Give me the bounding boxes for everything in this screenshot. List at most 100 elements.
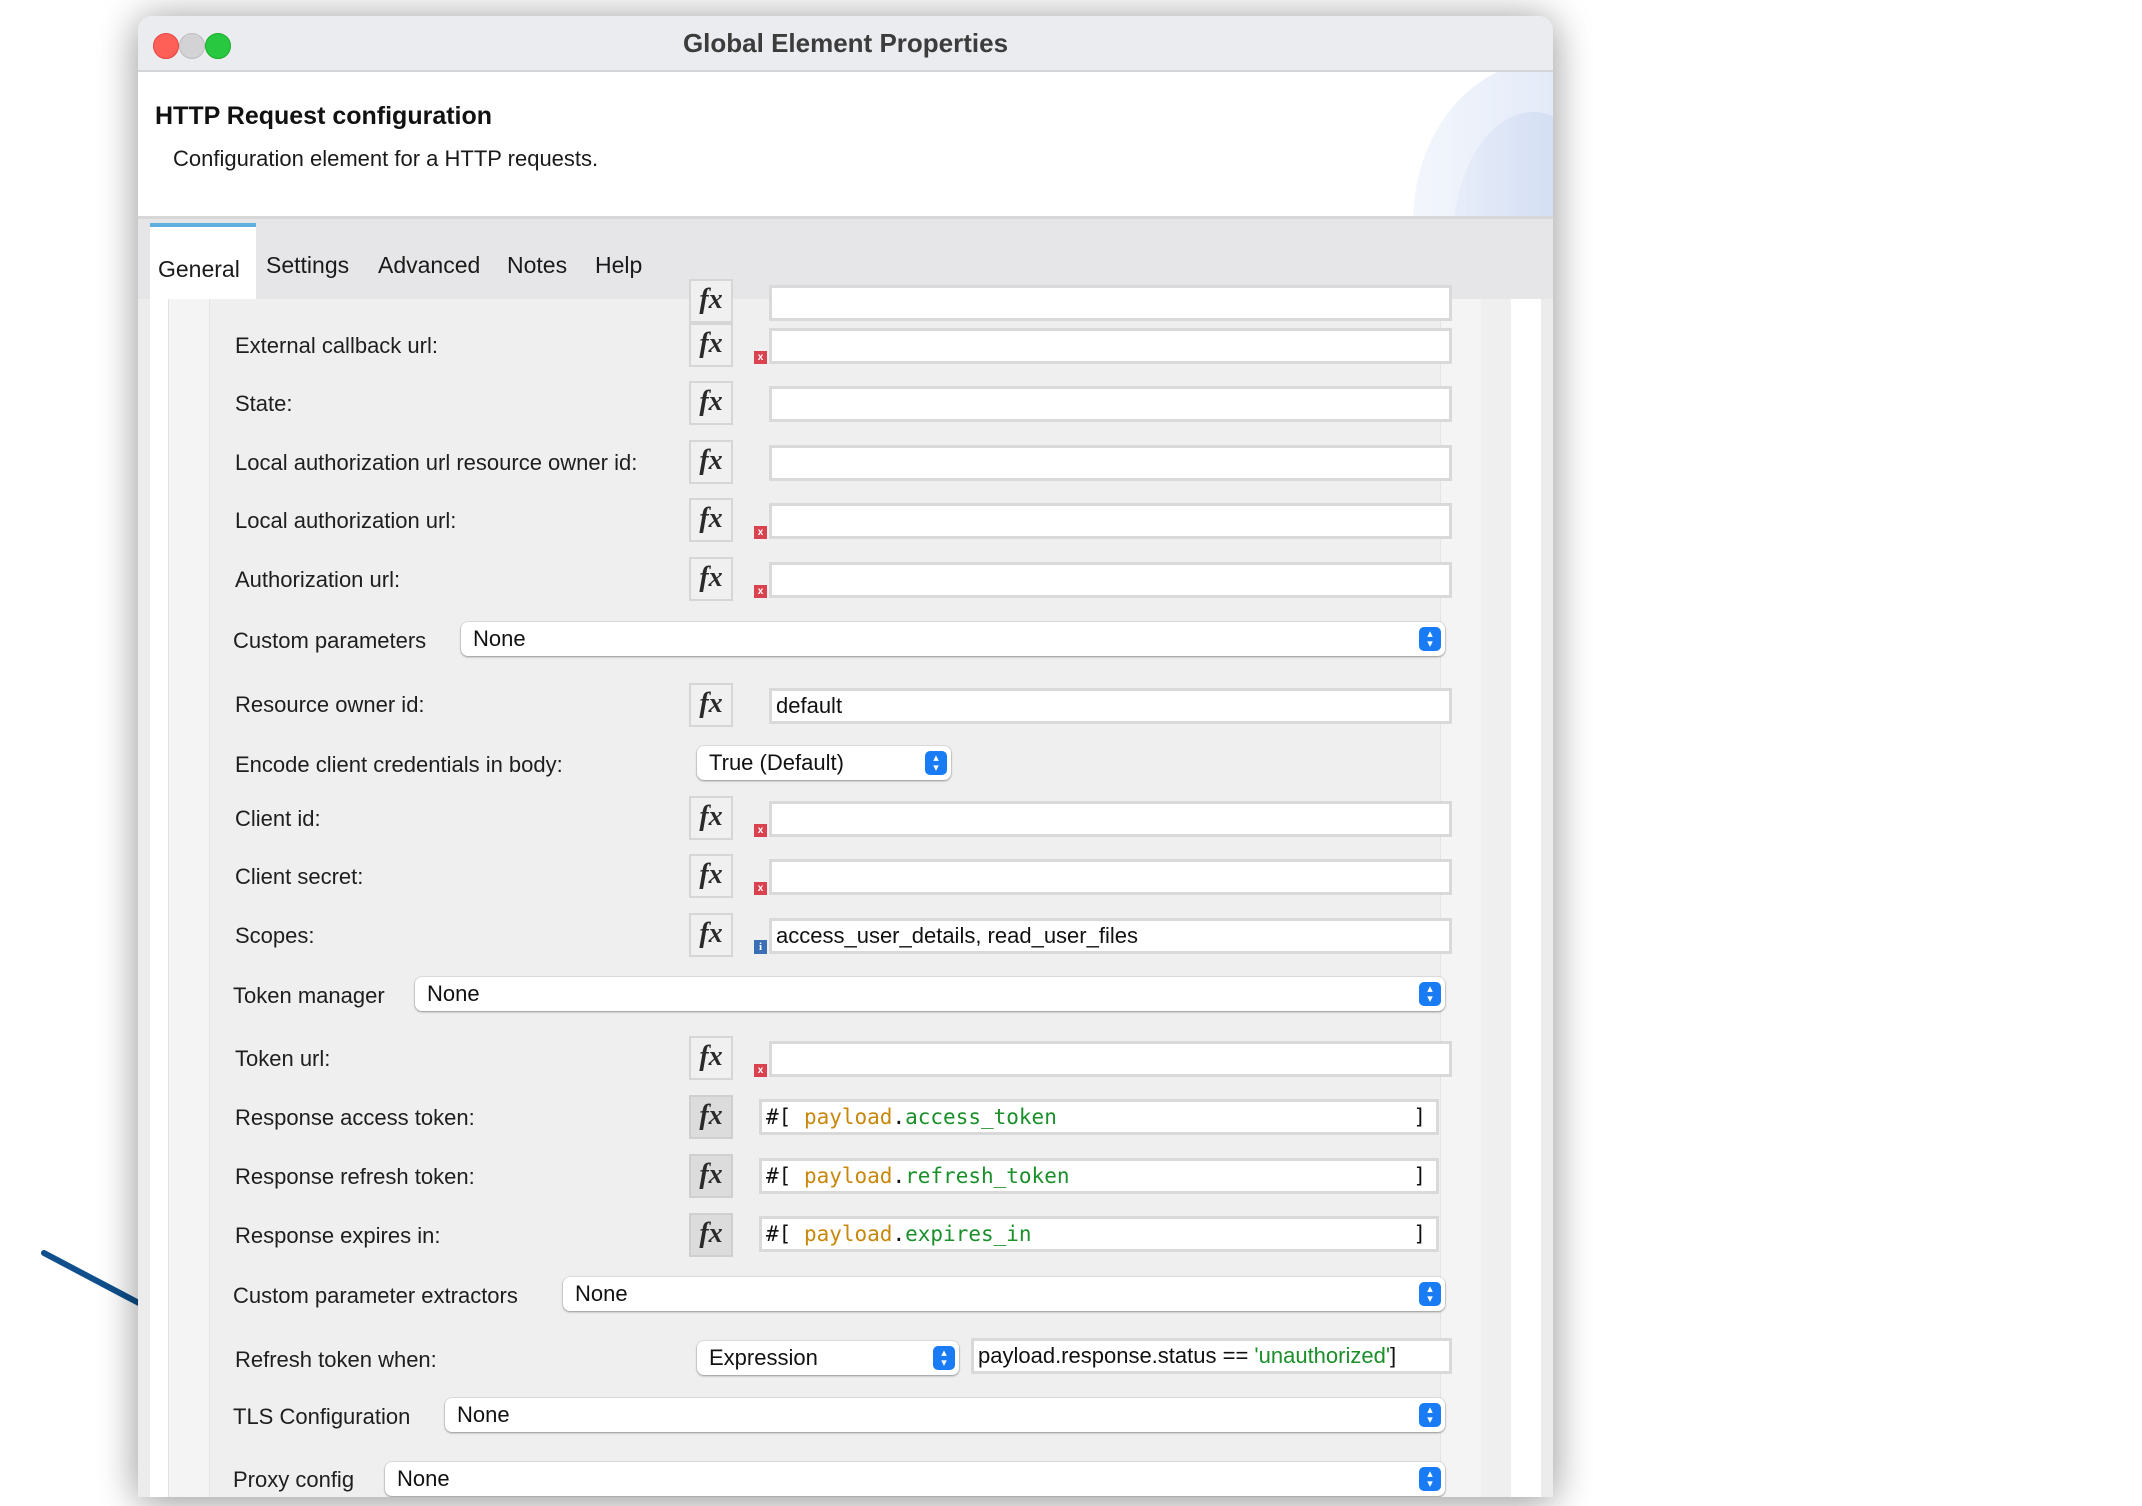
local-auth-url-input[interactable]	[769, 503, 1452, 539]
token-manager-select[interactable]: None ▴ ▾	[415, 977, 1445, 1011]
stepper-icon: ▴ ▾	[1419, 1403, 1441, 1427]
form-scroll-area[interactable]: fx External callback url: fx x State: fx…	[150, 279, 1541, 1497]
fx-icon: fx	[699, 1159, 723, 1190]
external-callback-url-input[interactable]	[769, 328, 1452, 364]
local-auth-url-label: Local authorization url:	[235, 508, 457, 533]
error-icon: x	[754, 526, 767, 539]
header-description: Configuration element for a HTTP request…	[173, 146, 599, 171]
fx-toggle-button[interactable]: fx	[689, 557, 733, 601]
select-value: None	[427, 981, 480, 1006]
expression-prefix: #[	[766, 1222, 792, 1246]
client-secret-input[interactable]	[769, 859, 1452, 895]
authorization-url-input[interactable]	[769, 562, 1452, 598]
state-label: State:	[235, 391, 293, 416]
fx-toggle-button[interactable]: fx	[689, 498, 733, 542]
refresh-token-when-mode-select[interactable]: Expression ▴ ▾	[697, 1341, 959, 1375]
fx-icon: fx	[699, 688, 723, 719]
tab-help[interactable]: Help	[595, 219, 642, 299]
tab-notes[interactable]: Notes	[507, 219, 567, 299]
fx-toggle-button[interactable]: fx	[689, 323, 733, 367]
expression-field: refresh_token	[905, 1164, 1070, 1188]
resource-owner-id-input[interactable]: default	[769, 688, 1452, 724]
fx-icon: fx	[699, 386, 723, 417]
expression-suffix: ]	[1413, 1105, 1426, 1129]
fx-toggle-button[interactable]: fx	[689, 796, 733, 840]
client-secret-label: Client secret:	[235, 864, 364, 889]
token-url-label: Token url:	[235, 1046, 331, 1071]
expression-prefix: #[	[766, 1105, 792, 1129]
resource-owner-id-label: Resource owner id:	[235, 692, 425, 717]
tab-settings[interactable]: Settings	[266, 219, 349, 299]
response-expires-in-label: Response expires in:	[235, 1223, 441, 1248]
fx-toggle-button[interactable]: fx	[689, 381, 733, 425]
custom-parameters-label: Custom parameters	[233, 628, 427, 653]
refresh-token-when-label: Refresh token when:	[235, 1347, 437, 1372]
stepper-icon: ▴ ▾	[1419, 627, 1441, 651]
select-value: None	[473, 626, 526, 651]
select-value: None	[397, 1466, 450, 1491]
error-icon: x	[754, 824, 767, 837]
fx-icon: fx	[699, 1218, 723, 1249]
tab-general[interactable]: General	[150, 223, 256, 299]
fx-toggle-button[interactable]: fx	[689, 683, 733, 727]
select-value: Expression	[709, 1345, 818, 1370]
fx-icon: fx	[699, 1100, 723, 1131]
scopes-label: Scopes:	[235, 923, 315, 948]
refresh-token-when-expression-input[interactable]: payload.response.status == 'unauthorized…	[971, 1338, 1452, 1374]
expression-field: expires_in	[905, 1222, 1032, 1246]
custom-parameters-select[interactable]: None ▴ ▾	[461, 622, 1445, 656]
text-input[interactable]	[769, 285, 1452, 321]
local-auth-url-owner-id-label: Local authorization url resource owner i…	[235, 450, 638, 475]
stepper-icon: ▴ ▾	[1419, 982, 1441, 1006]
select-value: None	[575, 1281, 628, 1306]
authorization-url-label: Authorization url:	[235, 567, 401, 592]
fx-icon: fx	[699, 503, 723, 534]
header-title: HTTP Request configuration	[155, 102, 493, 130]
expression-object: payload	[803, 1105, 893, 1129]
dialog-header: HTTP Request configuration Configuration…	[138, 72, 1553, 219]
scopes-input[interactable]: access_user_details, read_user_files	[769, 918, 1452, 954]
encode-client-credentials-select[interactable]: True (Default) ▴ ▾	[697, 746, 951, 780]
tls-configuration-select[interactable]: None ▴ ▾	[445, 1398, 1445, 1432]
stepper-icon: ▴ ▾	[933, 1346, 955, 1370]
fx-icon: fx	[699, 562, 723, 593]
expression-object: payload	[803, 1222, 893, 1246]
fx-toggle-button[interactable]: fx	[689, 1095, 733, 1139]
proxy-config-select[interactable]: None ▴ ▾	[385, 1462, 1445, 1496]
expression-dot: .	[892, 1222, 906, 1246]
expression-suffix: ]	[1413, 1222, 1426, 1246]
custom-parameter-extractors-select[interactable]: None ▴ ▾	[563, 1277, 1445, 1311]
fx-icon: fx	[699, 328, 723, 359]
error-icon: x	[754, 1064, 767, 1077]
select-value: None	[457, 1402, 510, 1427]
external-callback-url-label: External callback url:	[235, 333, 438, 358]
fx-toggle-button[interactable]: fx	[689, 1036, 733, 1080]
expression-string: 'unauthorized'	[1254, 1343, 1391, 1368]
fx-toggle-button[interactable]: fx	[689, 913, 733, 957]
response-access-token-input[interactable]: #[ payload.access_token ]	[759, 1099, 1439, 1135]
fx-toggle-button[interactable]: fx	[689, 1154, 733, 1198]
expression-object: payload	[803, 1164, 893, 1188]
custom-parameter-extractors-label: Custom parameter extractors	[233, 1283, 518, 1308]
expression-text: payload.response.status ==	[978, 1343, 1255, 1368]
encode-client-credentials-label: Encode client credentials in body:	[235, 752, 563, 777]
fx-toggle-button[interactable]: fx	[689, 854, 733, 898]
fx-toggle-button[interactable]: fx	[689, 440, 733, 484]
dialog-window: Global Element Properties HTTP Request c…	[138, 16, 1553, 1497]
expression-suffix: ]	[1413, 1164, 1426, 1188]
fx-icon: fx	[699, 918, 723, 949]
window-title: Global Element Properties	[682, 28, 1009, 58]
fx-toggle-button[interactable]: fx	[689, 1213, 733, 1257]
response-expires-in-input[interactable]: #[ payload.expires_in ]	[759, 1216, 1439, 1252]
stepper-icon: ▴ ▾	[1419, 1282, 1441, 1306]
token-url-input[interactable]	[769, 1041, 1452, 1077]
client-id-input[interactable]	[769, 801, 1452, 837]
form-panel: fx External callback url: fx x State: fx…	[168, 279, 1511, 1497]
expression-suffix: ]	[1390, 1343, 1397, 1368]
tab-advanced[interactable]: Advanced	[378, 219, 480, 299]
error-icon: x	[754, 882, 767, 895]
response-refresh-token-input[interactable]: #[ payload.refresh_token ]	[759, 1158, 1439, 1194]
local-auth-url-owner-id-input[interactable]	[769, 445, 1452, 481]
state-input[interactable]	[769, 386, 1452, 422]
fx-toggle-button[interactable]: fx	[689, 279, 733, 323]
